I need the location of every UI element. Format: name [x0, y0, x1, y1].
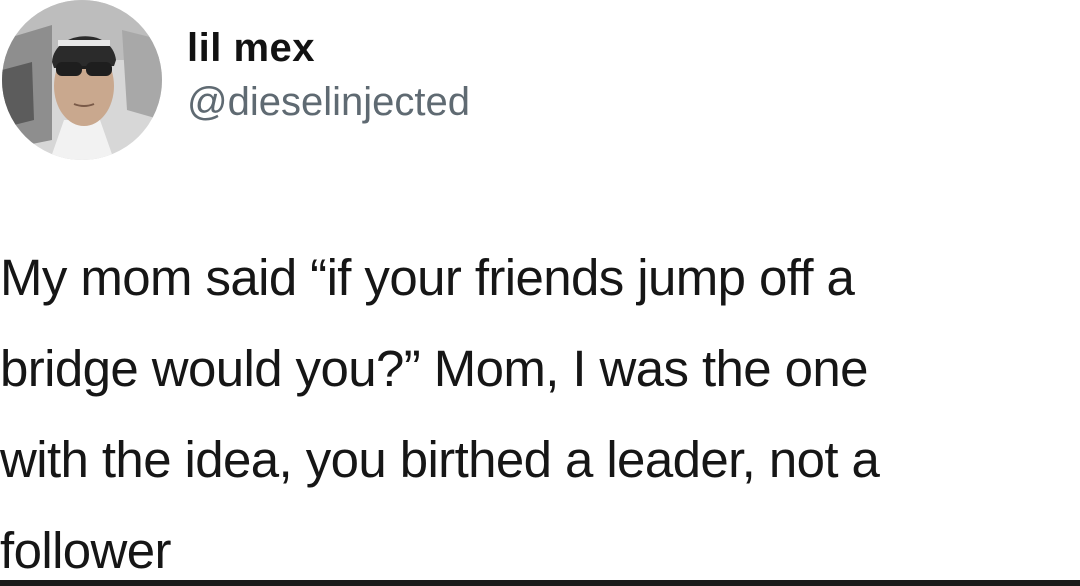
tweet-text: My mom said “if your friends jump off a …: [0, 249, 880, 579]
display-name[interactable]: lil mex: [187, 26, 315, 71]
user-handle[interactable]: @dieselinjected: [187, 80, 470, 125]
bottom-edge: [0, 580, 1080, 586]
tweet-card: lil mex @dieselinjected My mom said “if …: [0, 0, 1080, 586]
avatar[interactable]: [2, 0, 162, 160]
avatar-photo-icon: [2, 0, 162, 160]
